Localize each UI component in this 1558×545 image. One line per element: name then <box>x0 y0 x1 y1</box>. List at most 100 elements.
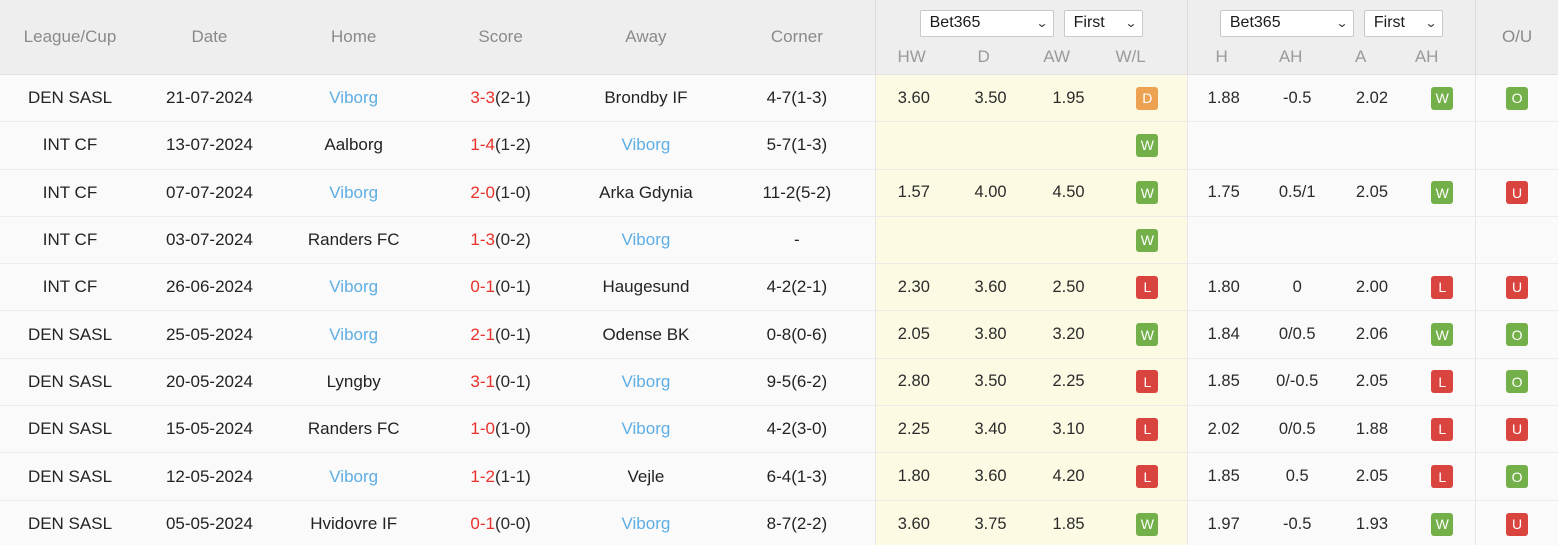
cell-odds-aw: 2.25 <box>1029 358 1109 407</box>
cell-away-team[interactable]: Viborg <box>572 216 720 265</box>
status-badge: L <box>1136 465 1159 489</box>
cell-ah-home-odds: 1.75 <box>1186 169 1260 217</box>
cell-result-wl: L <box>1108 405 1188 454</box>
cell-date: 07-07-2024 <box>139 169 279 217</box>
cell-away-team[interactable]: Viborg <box>572 405 720 454</box>
cell-ou-result <box>1475 121 1558 170</box>
cell-ah-line: -0.5 <box>1259 74 1335 123</box>
bookmaker-select-1x2-value: Bet365 <box>929 14 981 31</box>
cell-corner: - <box>719 216 876 265</box>
table-row[interactable]: INT CF 13-07-2024 Aalborg 1-4(1-2) Viborg 5-7… <box>0 121 1558 170</box>
cell-ah-home-odds: 1.88 <box>1186 74 1260 123</box>
cell-away-team[interactable]: Viborg <box>572 121 720 170</box>
chevron-down-icon: ⌄ <box>1424 16 1438 30</box>
cell-result-wl: L <box>1108 263 1188 312</box>
cell-result-wl: W <box>1108 216 1188 265</box>
cell-score: 2-0(1-0) <box>428 169 573 217</box>
cell-ah-home-odds: 1.84 <box>1186 310 1260 359</box>
col-header-d: D <box>977 47 990 66</box>
cell-home-team[interactable]: Viborg <box>278 452 429 501</box>
cell-odds-hw: 3.60 <box>874 74 953 123</box>
cell-away-team: Arka Gdynia <box>572 169 720 217</box>
cell-ah-away-odds: 1.93 <box>1334 500 1410 545</box>
cell-odds-draw: 4.00 <box>952 169 1029 217</box>
cell-date: 03-07-2024 <box>139 216 279 265</box>
cell-ah-away-odds: 2.00 <box>1334 263 1410 312</box>
cell-odds-aw: 1.95 <box>1029 74 1109 123</box>
period-select-1x2[interactable]: First ⌄ <box>1063 9 1143 37</box>
cell-away-team[interactable]: Viborg <box>572 358 720 407</box>
status-badge: L <box>1431 275 1454 299</box>
cell-ou-result: O <box>1475 74 1558 123</box>
table-row[interactable]: DEN SASL 12-05-2024 Viborg 1-2(1-1) Vejle 6-4… <box>0 452 1558 501</box>
cell-home-team[interactable]: Viborg <box>278 74 429 123</box>
cell-result-wl: W <box>1108 310 1188 359</box>
cell-ah-away-odds: 2.06 <box>1334 310 1410 359</box>
cell-home-team[interactable]: Viborg <box>278 310 429 359</box>
col-header-league: League/Cup <box>0 0 140 75</box>
cell-odds-draw <box>952 216 1029 265</box>
cell-home-team[interactable]: Viborg <box>278 169 429 217</box>
table-row[interactable]: DEN SASL 15-05-2024 Randers FC 1-0(1-0) Vibo… <box>0 405 1558 454</box>
home-team-label[interactable]: Viborg <box>329 277 378 296</box>
cell-date: 13-07-2024 <box>139 121 279 170</box>
score-fulltime: 1-4 <box>470 135 495 155</box>
score-halftime: (0-1) <box>494 371 531 391</box>
table-row[interactable]: DEN SASL 05-05-2024 Hvidovre IF 0-1(0-0) Vib… <box>0 500 1558 545</box>
cell-ah-result: W <box>1409 500 1476 545</box>
table-row[interactable]: DEN SASL 21-07-2024 Viborg 3-3(2-1) Brondby … <box>0 74 1558 123</box>
cell-score: 3-3(2-1) <box>428 74 573 123</box>
cell-away-team[interactable]: Viborg <box>572 500 720 545</box>
cell-ah-away-odds <box>1334 121 1410 170</box>
chevron-down-icon: ⌄ <box>1035 16 1048 30</box>
match-history-panel: League/Cup Date Home Score Away Corner B… <box>0 0 1558 545</box>
away-team-label[interactable]: Viborg <box>622 372 671 391</box>
away-team-label[interactable]: Viborg <box>622 230 671 249</box>
bookmaker-select-ah[interactable]: Bet365 ⌄ <box>1219 9 1354 37</box>
table-row[interactable]: INT CF 07-07-2024 Viborg 2-0(1-0) Arka Gdyni… <box>0 169 1558 217</box>
cell-date: 05-05-2024 <box>139 500 279 545</box>
period-select-ah[interactable]: First ⌄ <box>1363 9 1443 37</box>
table-row[interactable]: INT CF 26-06-2024 Viborg 0-1(0-1) Haugesund 4… <box>0 263 1558 312</box>
cell-ah-result: W <box>1409 74 1476 123</box>
status-badge: U <box>1506 275 1529 299</box>
cell-away-team: Vejle <box>572 452 720 501</box>
cell-odds-hw <box>874 121 953 170</box>
status-badge: L <box>1431 417 1454 441</box>
cell-odds-hw <box>874 216 953 265</box>
cell-ah-line: 0/0.5 <box>1259 405 1335 454</box>
cell-score: 1-4(1-2) <box>428 121 573 170</box>
home-team-label[interactable]: Viborg <box>329 467 378 486</box>
status-badge: W <box>1431 181 1454 205</box>
cell-odds-draw: 3.50 <box>952 74 1029 123</box>
home-team-label[interactable]: Viborg <box>329 88 378 107</box>
cell-corner: 4-2(3-0) <box>719 405 876 454</box>
cell-ah-away-odds <box>1334 216 1410 265</box>
cell-ah-line: -0.5 <box>1259 500 1335 545</box>
table-row[interactable]: DEN SASL 25-05-2024 Viborg 2-1(0-1) Odense B… <box>0 310 1558 359</box>
col-header-home: Home <box>278 0 429 75</box>
cell-home-team[interactable]: Viborg <box>278 263 429 312</box>
away-team-label[interactable]: Viborg <box>622 135 671 154</box>
cell-ah-result <box>1409 121 1476 170</box>
away-team-label[interactable]: Viborg <box>622 419 671 438</box>
home-team-label[interactable]: Viborg <box>329 325 378 344</box>
score-fulltime: 2-0 <box>470 182 495 202</box>
cell-odds-hw: 2.80 <box>874 358 953 407</box>
home-team-label[interactable]: Viborg <box>329 183 378 202</box>
away-team-label[interactable]: Viborg <box>622 514 671 533</box>
cell-date: 15-05-2024 <box>139 405 279 454</box>
status-badge: O <box>1506 86 1529 110</box>
cell-home-team: Hvidovre IF <box>278 500 429 545</box>
cell-date: 21-07-2024 <box>139 74 279 123</box>
home-team-label: Aalborg <box>324 135 383 155</box>
cell-odds-draw: 3.40 <box>952 405 1029 454</box>
table-row[interactable]: INT CF 03-07-2024 Randers FC 1-3(0-2) Viborg… <box>0 216 1558 265</box>
cell-ou-result <box>1475 216 1558 265</box>
table-row[interactable]: DEN SASL 20-05-2024 Lyngby 3-1(0-1) Viborg 9-… <box>0 358 1558 407</box>
cell-odds-hw: 1.80 <box>874 452 953 501</box>
cell-home-team: Lyngby <box>278 358 429 407</box>
status-badge: O <box>1506 370 1529 394</box>
cell-league: DEN SASL <box>0 452 140 501</box>
bookmaker-select-1x2[interactable]: Bet365 ⌄ <box>919 9 1054 37</box>
